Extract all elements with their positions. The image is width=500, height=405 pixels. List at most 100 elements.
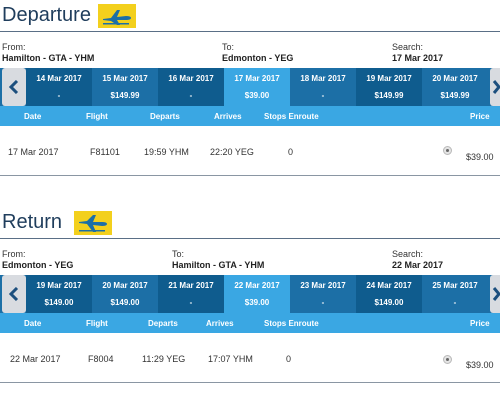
- departure-section: Departure From: Hamilton - GTA - YHM To:…: [0, 0, 500, 176]
- search-label: Search:: [392, 42, 424, 52]
- to-value: Edmonton - YEG: [222, 53, 294, 63]
- date-option-price: -: [189, 91, 193, 100]
- date-option[interactable]: 16 Mar 2017 -: [158, 68, 224, 106]
- date-option-date: 18 Mar 2017: [300, 74, 346, 83]
- plane-icon: [74, 211, 112, 235]
- next-dates-button[interactable]: [490, 68, 500, 106]
- departure-route: From: Hamilton - GTA - YHM To: Edmonton …: [0, 32, 500, 68]
- next-dates-button[interactable]: [490, 275, 500, 313]
- to-label: To:: [172, 249, 185, 259]
- flight-stops: 0: [288, 147, 294, 157]
- date-option[interactable]: 25 Mar 2017 -: [422, 275, 488, 313]
- flight-price: $39.00: [466, 152, 494, 162]
- col-departs: Departs: [148, 319, 178, 328]
- from-label: From:: [2, 42, 26, 52]
- date-option[interactable]: 18 Mar 2017 -: [290, 68, 356, 106]
- flight-stops: 0: [286, 354, 292, 364]
- flight-date: 22 Mar 2017: [10, 354, 61, 364]
- prev-dates-button[interactable]: [2, 68, 26, 106]
- flight-number: F81101: [90, 147, 120, 157]
- date-option-date: 19 Mar 2017: [36, 281, 82, 290]
- date-option[interactable]: 20 Mar 2017 $149.00: [92, 275, 158, 313]
- date-option[interactable]: 23 Mar 2017 -: [290, 275, 356, 313]
- plane-icon: [98, 4, 136, 28]
- date-option[interactable]: 19 Mar 2017 $149.00: [26, 275, 92, 313]
- departure-date-carousel: 14 Mar 2017 - 15 Mar 2017 $149.99 16 Mar…: [0, 68, 500, 106]
- date-option-price: $149.00: [374, 298, 404, 307]
- flight-date: 17 Mar 2017: [8, 147, 59, 157]
- date-option[interactable]: 15 Mar 2017 $149.99: [92, 68, 158, 106]
- search-value: 22 Mar 2017: [392, 260, 444, 270]
- date-option-date: 22 Mar 2017: [234, 281, 280, 290]
- departure-title: Departure: [2, 4, 91, 26]
- col-flight: Flight: [86, 319, 108, 328]
- flight-departs: 11:29 YEG: [142, 354, 186, 364]
- date-option-date: 14 Mar 2017: [36, 74, 82, 83]
- date-option-date: 16 Mar 2017: [168, 74, 214, 83]
- col-arrives: Arrives: [206, 319, 234, 328]
- return-section: Return From: Edmonton - YEG To: Hamilton…: [0, 207, 500, 383]
- col-price: Price: [470, 319, 490, 328]
- flight-arrives: 22:20 YEG: [210, 147, 254, 157]
- date-option-selected[interactable]: 17 Mar 2017 $39.00: [224, 68, 290, 106]
- date-option-price: -: [321, 298, 325, 307]
- date-option-selected[interactable]: 22 Mar 2017 $39.00: [224, 275, 290, 313]
- to-label: To:: [222, 42, 235, 52]
- col-stops: Stops Enroute: [264, 319, 319, 328]
- departure-header: Departure: [0, 0, 500, 32]
- prev-dates-button[interactable]: [2, 275, 26, 313]
- flight-row[interactable]: 22 Mar 2017 F8004 11:29 YEG 17:07 YHM 0 …: [0, 333, 500, 383]
- date-option-price: -: [453, 298, 457, 307]
- from-value: Edmonton - YEG: [2, 260, 74, 270]
- col-date: Date: [24, 319, 42, 328]
- date-option-date: 17 Mar 2017: [234, 74, 280, 83]
- date-option[interactable]: 20 Mar 2017 $149.99: [422, 68, 488, 106]
- flight-arrives: 17:07 YHM: [208, 354, 253, 364]
- flight-departs: 19:59 YHM: [144, 147, 189, 157]
- date-option-date: 24 Mar 2017: [366, 281, 412, 290]
- select-flight-radio[interactable]: [443, 146, 452, 155]
- col-flight: Flight: [86, 112, 108, 121]
- col-arrives: Arrives: [214, 112, 242, 121]
- date-option-date: 25 Mar 2017: [432, 281, 478, 290]
- from-value: Hamilton - GTA - YHM: [2, 53, 95, 63]
- col-price: Price: [470, 112, 490, 121]
- search-label: Search:: [392, 249, 424, 259]
- date-option-price: $39.00: [244, 91, 270, 100]
- to-value: Hamilton - GTA - YHM: [172, 260, 265, 270]
- date-option-price: $149.00: [110, 298, 140, 307]
- col-stops: Stops Enroute: [264, 112, 319, 121]
- chevron-left-icon: [8, 80, 19, 94]
- flight-number: F8004: [88, 354, 114, 364]
- date-option-date: 20 Mar 2017: [102, 281, 148, 290]
- date-option-date: 21 Mar 2017: [168, 281, 214, 290]
- date-option[interactable]: 14 Mar 2017 -: [26, 68, 92, 106]
- col-departs: Departs: [150, 112, 180, 121]
- chevron-left-icon: [8, 287, 19, 301]
- return-title: Return: [2, 211, 63, 233]
- return-table-header: Date Flight Departs Arrives Stops Enrout…: [0, 313, 500, 333]
- flight-row[interactable]: 17 Mar 2017 F81101 19:59 YHM 22:20 YEG 0…: [0, 126, 500, 176]
- date-option-price: $149.00: [44, 298, 74, 307]
- date-option[interactable]: 24 Mar 2017 $149.00: [356, 275, 422, 313]
- date-option-price: $149.99: [440, 91, 470, 100]
- date-option-date: 23 Mar 2017: [300, 281, 346, 290]
- select-flight-radio[interactable]: [443, 355, 452, 364]
- col-date: Date: [24, 112, 42, 121]
- date-option-price: $149.99: [110, 91, 140, 100]
- date-option-price: -: [189, 298, 193, 307]
- date-option-price: $149.99: [374, 91, 404, 100]
- chevron-right-icon: [492, 287, 500, 301]
- return-date-carousel: 19 Mar 2017 $149.00 20 Mar 2017 $149.00 …: [0, 275, 500, 313]
- date-option-date: 19 Mar 2017: [366, 74, 412, 83]
- departure-table-header: Date Flight Departs Arrives Stops Enrout…: [0, 106, 500, 126]
- search-value: 17 Mar 2017: [392, 53, 444, 63]
- date-option-price: -: [57, 91, 61, 100]
- date-option-price: -: [321, 91, 325, 100]
- date-option[interactable]: 21 Mar 2017 -: [158, 275, 224, 313]
- date-option-date: 20 Mar 2017: [432, 74, 478, 83]
- date-option[interactable]: 19 Mar 2017 $149.99: [356, 68, 422, 106]
- flight-price: $39.00: [466, 360, 494, 370]
- from-label: From:: [2, 249, 26, 259]
- date-option-price: $39.00: [244, 298, 270, 307]
